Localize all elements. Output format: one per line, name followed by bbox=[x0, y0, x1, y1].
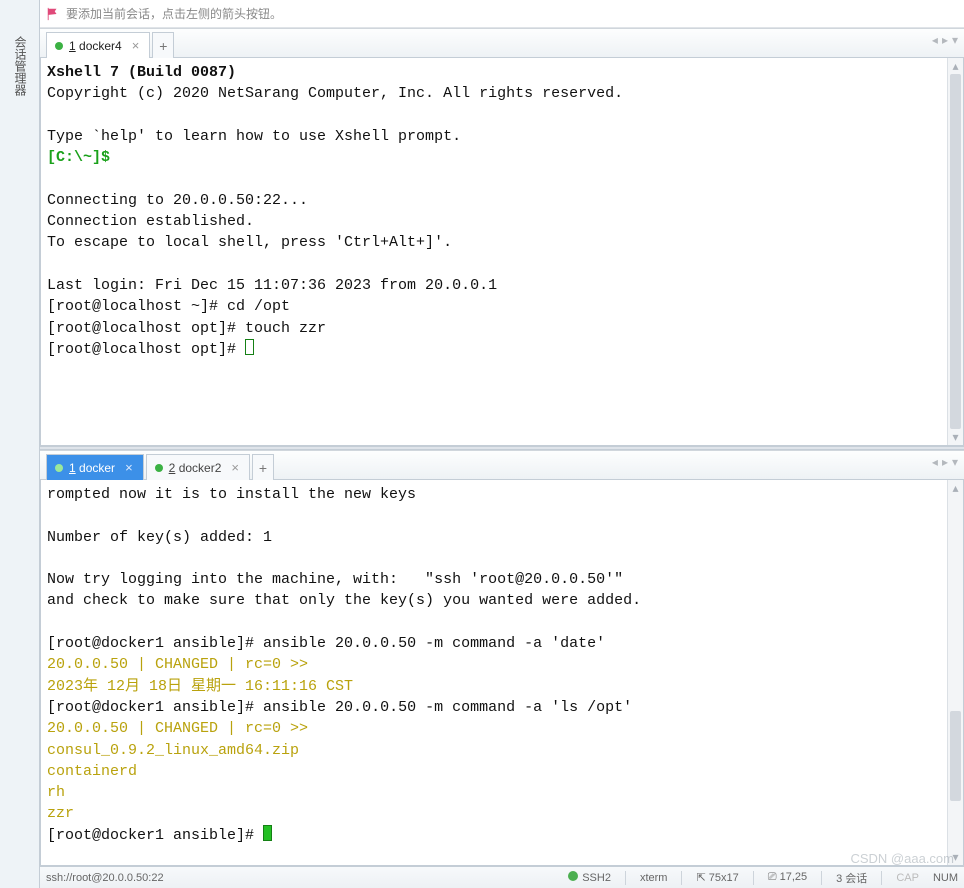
close-icon[interactable]: × bbox=[125, 460, 133, 475]
status-url: ssh://root@20.0.0.50:22 bbox=[46, 872, 164, 884]
status-capslock: CAP bbox=[896, 872, 919, 884]
close-icon[interactable]: × bbox=[132, 38, 140, 53]
tabbar-pane2: 1 docker × 2 docker2 × + ◂ ▸ ▾ bbox=[40, 450, 964, 480]
scroll-left-icon[interactable]: ◂ bbox=[932, 455, 938, 469]
tabs-menu-icon[interactable]: ▾ bbox=[952, 33, 958, 47]
tabbar-pane1: 1 docker4 × + ◂ ▸ ▾ bbox=[40, 28, 964, 58]
session-active-icon bbox=[55, 464, 63, 472]
flag-icon bbox=[46, 7, 60, 21]
terminal-output: Xshell 7 (Build 0087) Copyright (c) 2020… bbox=[41, 58, 963, 364]
status-size: ⇱ 75x17 bbox=[696, 871, 738, 884]
status-termtype: xterm bbox=[640, 872, 668, 884]
scroll-left-icon[interactable]: ◂ bbox=[932, 33, 938, 47]
chevron-down-icon[interactable]: ▾ bbox=[948, 429, 963, 445]
scroll-thumb[interactable] bbox=[950, 74, 961, 429]
status-protocol: SSH2 bbox=[582, 872, 611, 884]
status-cursor-pos: ⎚ 17,25 bbox=[768, 871, 807, 884]
tabs-menu-icon[interactable]: ▾ bbox=[952, 455, 958, 469]
session-active-icon bbox=[155, 464, 163, 472]
terminal-pane-docker4[interactable]: Xshell 7 (Build 0087) Copyright (c) 2020… bbox=[40, 58, 964, 446]
status-bar: ssh://root@20.0.0.50:22 SSH2 xterm ⇱ 75x… bbox=[40, 866, 964, 888]
cursor-icon bbox=[263, 825, 272, 841]
scroll-thumb[interactable] bbox=[950, 711, 961, 801]
chevron-up-icon[interactable]: ▴ bbox=[948, 58, 963, 74]
terminal-output: rompted now it is to install the new key… bbox=[41, 480, 963, 850]
terminal-pane-docker[interactable]: rompted now it is to install the new key… bbox=[40, 480, 964, 866]
hint-bar: 要添加当前会话，点击左侧的箭头按钮。 bbox=[40, 0, 964, 28]
cursor-icon bbox=[245, 339, 254, 355]
tab-docker4[interactable]: 1 docker4 × bbox=[46, 32, 150, 58]
lock-icon bbox=[568, 871, 578, 881]
status-numlock: NUM bbox=[933, 872, 958, 884]
scroll-right-icon[interactable]: ▸ bbox=[942, 33, 948, 47]
sidebar-label: 会话管理器 bbox=[12, 36, 29, 96]
hint-text: 要添加当前会话，点击左侧的箭头按钮。 bbox=[66, 5, 282, 22]
tab-docker2[interactable]: 2 docker2 × bbox=[146, 454, 250, 480]
scrollbar[interactable]: ▴ ▾ bbox=[947, 58, 963, 445]
status-sessions: 3 会话 bbox=[836, 870, 867, 886]
scrollbar[interactable]: ▴ ▾ bbox=[947, 480, 963, 865]
close-icon[interactable]: × bbox=[231, 460, 239, 475]
session-active-icon bbox=[55, 42, 63, 50]
scroll-right-icon[interactable]: ▸ bbox=[942, 455, 948, 469]
add-tab-button[interactable]: + bbox=[152, 32, 174, 58]
chevron-up-icon[interactable]: ▴ bbox=[948, 480, 963, 496]
watermark: CSDN @aaa.com bbox=[850, 851, 954, 866]
session-manager-sidebar[interactable]: 会话管理器 bbox=[0, 0, 40, 888]
add-tab-button[interactable]: + bbox=[252, 454, 274, 480]
tab-docker[interactable]: 1 docker × bbox=[46, 454, 144, 480]
